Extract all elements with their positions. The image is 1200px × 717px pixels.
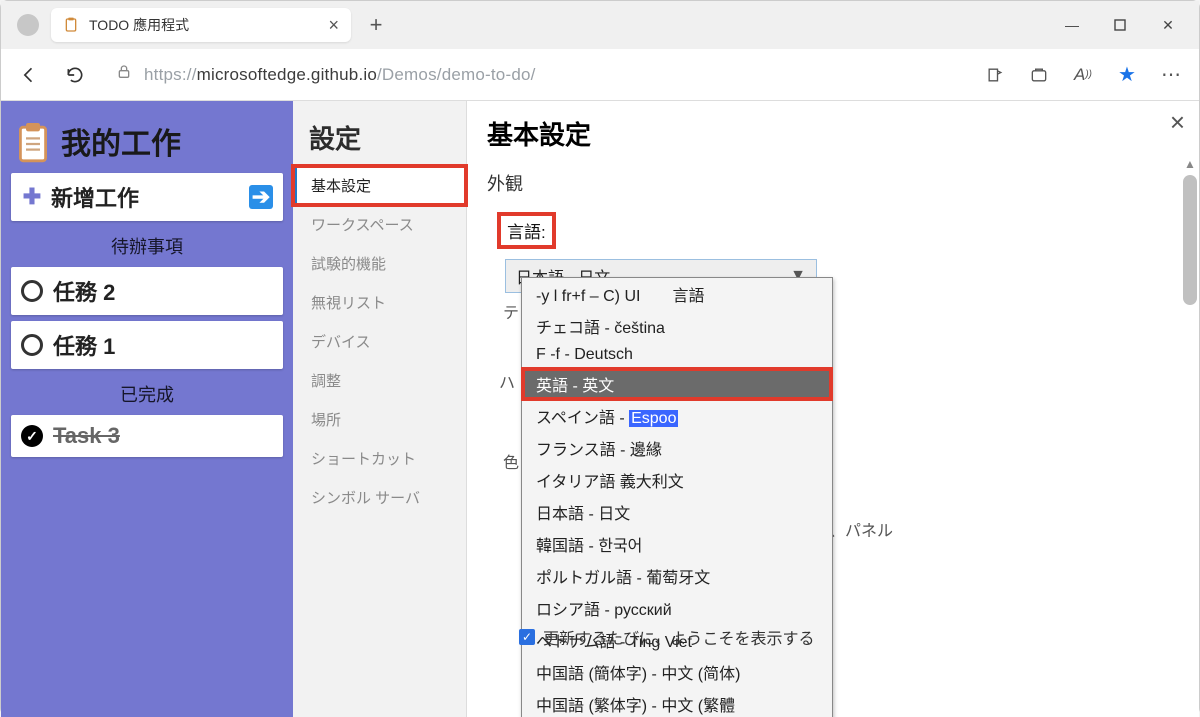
task-label: 任務 2 — [53, 275, 115, 307]
submit-arrow-icon[interactable]: ➔ — [249, 185, 273, 209]
new-tab-button[interactable]: + — [359, 8, 393, 42]
dropdown-option-selected[interactable]: 英語 - 英文 — [522, 368, 832, 400]
address-bar[interactable]: https://microsoftedge.github.io/Demos/de… — [101, 56, 969, 94]
settings-heading: 設定 — [293, 113, 466, 166]
nav-experimental[interactable]: 試験的機能 — [293, 244, 466, 283]
dropdown-option[interactable]: ロシア語 - русский — [522, 592, 832, 624]
browser-toolbar: https://microsoftedge.github.io/Demos/de… — [1, 49, 1199, 101]
collections-icon[interactable] — [1019, 55, 1059, 95]
task-label: 任務 1 — [53, 329, 115, 361]
minimize-button[interactable]: — — [1049, 8, 1095, 42]
page-content: 我的工作 ✚ 新增工作 ➔ 待辦事項 任務 2 任務 1 已完成 ✓ Task … — [1, 101, 1199, 717]
welcome-checkbox[interactable]: ✓ — [519, 629, 535, 645]
task-item[interactable]: 任務 2 — [11, 267, 283, 315]
language-label-highlight: 言語: — [497, 212, 556, 249]
refresh-button[interactable] — [55, 55, 95, 95]
ghost-text: 、パネル — [829, 517, 893, 541]
ghost-text: 色 — [503, 449, 519, 473]
checked-circle-icon[interactable]: ✓ — [21, 425, 43, 447]
favorite-star-icon[interactable]: ★ — [1107, 55, 1147, 95]
dropdown-option[interactable]: 中国語 (繁体字) - 中文 (繁體 — [522, 688, 832, 717]
dropdown-option[interactable]: 中国語 (簡体字) - 中文 (简体) — [522, 656, 832, 688]
clipboard-icon — [63, 17, 79, 33]
dropdown-option[interactable]: -y l fr+f – C) UI 言語 — [522, 278, 832, 310]
compose-icon[interactable] — [975, 55, 1015, 95]
back-button[interactable] — [9, 55, 49, 95]
more-menu-icon[interactable]: ⋯ — [1151, 55, 1191, 95]
task-item[interactable]: 任務 1 — [11, 321, 283, 369]
close-settings-icon[interactable]: × — [1170, 107, 1185, 138]
todo-title: 我的工作 — [61, 119, 181, 163]
nav-adjust[interactable]: 調整 — [293, 361, 466, 400]
dropdown-option[interactable]: 日本語 - 日文 — [522, 496, 832, 528]
done-heading: 已完成 — [11, 375, 283, 409]
done-task-item[interactable]: ✓ Task 3 — [11, 415, 283, 457]
maximize-button[interactable] — [1097, 8, 1143, 42]
plus-icon: ✚ — [21, 184, 43, 210]
unchecked-circle-icon[interactable] — [21, 334, 43, 356]
settings-title: 基本設定 — [487, 115, 1179, 152]
language-dropdown[interactable]: -y l fr+f – C) UI 言語 チェコ語 - čeština F -f… — [521, 277, 833, 717]
nav-location[interactable]: 場所 — [293, 400, 466, 439]
done-task-label: Task 3 — [53, 423, 120, 449]
nav-shortcuts[interactable]: ショートカット — [293, 439, 466, 478]
dropdown-option[interactable]: ポルトガル語 - 葡萄牙文 — [522, 560, 832, 592]
browser-titlebar: TODO 應用程式 × + — ✕ — [1, 1, 1199, 49]
dropdown-option[interactable]: チェコ語 - čeština — [522, 310, 832, 342]
settings-sidebar: 設定 基本設定 ワークスペース 試験的機能 無視リスト デバイス 調整 場所 シ… — [293, 101, 467, 717]
tab-title: TODO 應用程式 — [89, 15, 189, 35]
dropdown-option[interactable]: フランス語 - 邊緣 — [522, 432, 832, 464]
pending-heading: 待辦事項 — [11, 227, 283, 261]
browser-tab[interactable]: TODO 應用程式 × — [51, 8, 351, 42]
close-window-button[interactable]: ✕ — [1145, 8, 1191, 42]
highlighted-fragment: Espoo — [629, 410, 678, 427]
add-task-label: 新增工作 — [51, 181, 139, 213]
nav-symbols[interactable]: シンボル サーバ — [293, 478, 466, 517]
welcome-checkbox-label: 更新するたびに、ようこそを表示する — [543, 625, 815, 649]
nav-workspace[interactable]: ワークスペース — [293, 205, 466, 244]
dropdown-option[interactable]: 韓国語 - 한국어 — [522, 528, 832, 560]
appearance-heading: 外観 — [487, 170, 1179, 196]
dropdown-option[interactable]: スペイン語 - Espoo — [522, 400, 832, 432]
profile-avatar[interactable] — [17, 14, 39, 36]
language-label: 言語: — [501, 216, 552, 245]
add-task-button[interactable]: ✚ 新增工作 ➔ — [11, 173, 283, 221]
ghost-text: テ — [503, 299, 519, 323]
clipboard-large-icon — [15, 123, 51, 159]
lock-icon — [116, 63, 132, 86]
nav-ignorelist[interactable]: 無視リスト — [293, 283, 466, 322]
unchecked-circle-icon[interactable] — [21, 280, 43, 302]
settings-main: × 基本設定 外観 言語: 日本語 - 日文 ▼ テ ハ 色 、パネル -y l… — [467, 101, 1199, 717]
close-tab-icon[interactable]: × — [328, 15, 339, 36]
scrollbar-thumb[interactable] — [1183, 175, 1197, 305]
todo-app-panel: 我的工作 ✚ 新增工作 ➔ 待辦事項 任務 2 任務 1 已完成 ✓ Task … — [1, 101, 293, 717]
url-text: https://microsoftedge.github.io/Demos/de… — [144, 65, 536, 85]
nav-devices[interactable]: デバイス — [293, 322, 466, 361]
ghost-text: ハ — [499, 369, 515, 393]
read-aloud-icon[interactable]: A)) — [1063, 55, 1103, 95]
dropdown-option[interactable]: イタリア語 義大利文 — [522, 464, 832, 496]
nav-basic[interactable]: 基本設定 — [293, 166, 466, 205]
scroll-up-arrow-icon[interactable]: ▲ — [1183, 157, 1197, 171]
dropdown-option[interactable]: F -f - Deutsch — [522, 342, 832, 368]
